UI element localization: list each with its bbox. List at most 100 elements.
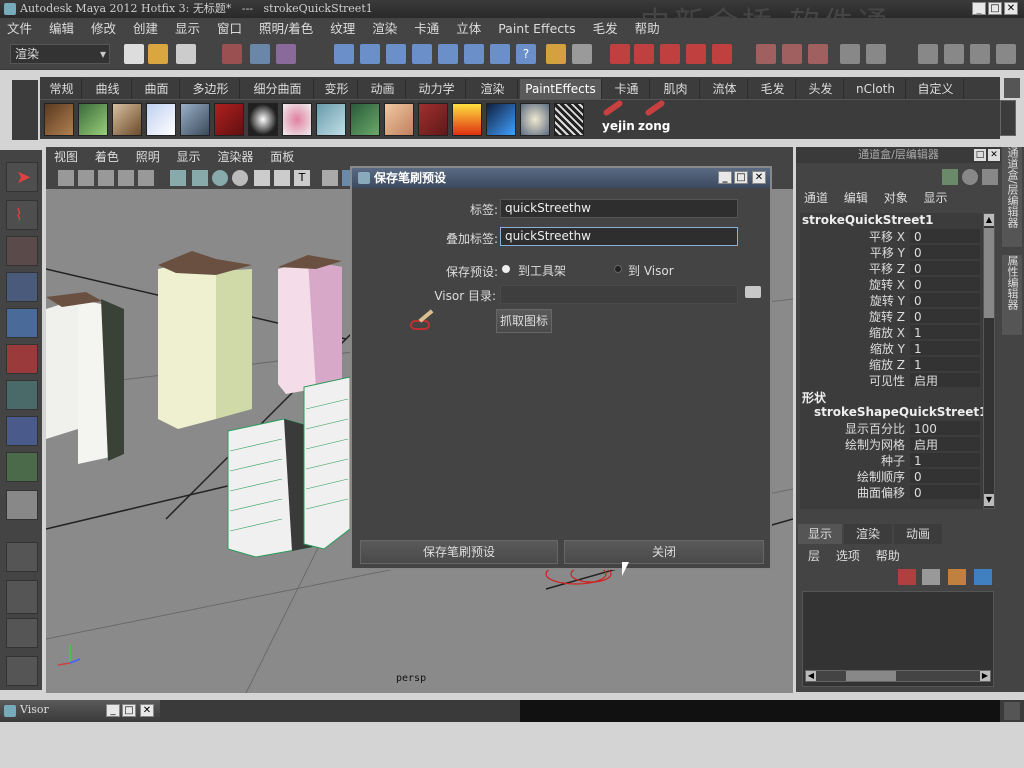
bookmark-icon[interactable] [78, 170, 94, 186]
sphere-icon[interactable] [962, 169, 978, 185]
menu-modify[interactable]: 修改 [91, 21, 116, 36]
channel-row[interactable]: 平移 Y 0 [800, 245, 980, 261]
light-icon[interactable] [254, 170, 270, 186]
channel-box-icon[interactable] [996, 44, 1016, 64]
radio-to-shelf[interactable]: 到工具架 [502, 262, 602, 278]
render-view-icon[interactable] [756, 44, 776, 64]
help-icon[interactable]: ? [516, 44, 536, 64]
channel-row[interactable]: 曲面偏移 0 [800, 485, 980, 501]
side-tab-attribute-editor[interactable]: 属性编辑器 [1002, 255, 1022, 335]
soft-mod-tool-icon[interactable] [6, 416, 38, 446]
close-dialog-button[interactable]: 关闭 [564, 540, 764, 564]
layer-tab-display[interactable]: 显示 [798, 524, 842, 544]
layer-menu-layers[interactable]: 层 [808, 549, 820, 563]
render-settings-icon[interactable] [840, 44, 860, 64]
layer-menu-options[interactable]: 选项 [836, 549, 860, 563]
grab-icon-button[interactable]: 抓取图标 [496, 309, 552, 333]
grid-icon[interactable] [118, 170, 134, 186]
visor-close-button[interactable]: ✕ [140, 704, 154, 717]
brush-lightning-icon[interactable] [486, 103, 516, 136]
shelf-tab-hair[interactable]: 头发 [798, 79, 844, 99]
menu-stereo[interactable]: 立体 [456, 21, 481, 36]
snap-view-icon[interactable] [412, 44, 432, 64]
menu-display[interactable]: 显示 [175, 21, 200, 36]
mode-select[interactable]: 渲染 ▾ [10, 44, 110, 64]
viewport-menu-show[interactable]: 显示 [177, 150, 201, 164]
shelf-tab-polygons[interactable]: 多边形 [182, 79, 240, 99]
paint-effects-tool-icon[interactable] [6, 490, 38, 520]
minimize-button[interactable]: _ [972, 2, 986, 15]
magnet-curve-icon[interactable] [634, 44, 654, 64]
paint-select-tool-icon[interactable] [6, 236, 38, 266]
channel-row[interactable]: 缩放 X 1 [800, 325, 980, 341]
menu-edit[interactable]: 编辑 [49, 21, 74, 36]
snap-grid-icon[interactable] [334, 44, 354, 64]
menu-render[interactable]: 渲染 [372, 21, 397, 36]
lock-icon[interactable] [546, 44, 566, 64]
menu-create[interactable]: 创建 [133, 21, 158, 36]
new-layer-selected-icon[interactable] [922, 569, 940, 585]
scroll-thumb[interactable] [984, 228, 994, 318]
magnet-point-icon[interactable] [660, 44, 680, 64]
menu-window[interactable]: 窗口 [217, 21, 242, 36]
shelf-tab-ncloth[interactable]: nCloth [846, 79, 906, 99]
label-field[interactable]: quickStreethw [500, 199, 738, 218]
scale-tool-icon[interactable] [6, 344, 38, 374]
brush-branch-icon[interactable] [180, 103, 210, 136]
radio-to-visor[interactable]: 到 Visor [614, 262, 714, 278]
isolate-icon[interactable] [322, 170, 338, 186]
brush-fire-icon[interactable] [452, 103, 482, 136]
brush-cloud-icon[interactable] [520, 103, 550, 136]
visor-maximize-button[interactable]: □ [122, 704, 136, 717]
channel-row[interactable]: 平移 Z 0 [800, 261, 980, 277]
select-component-icon[interactable] [276, 44, 296, 64]
shelf-tab-fluids[interactable]: 流体 [702, 79, 748, 99]
snap-surface-icon[interactable] [438, 44, 458, 64]
shadow-icon[interactable] [274, 170, 290, 186]
brush-scales-icon[interactable] [350, 103, 380, 136]
layer-tab-render[interactable]: 渲染 [844, 524, 892, 544]
object-name[interactable]: strokeQuickStreet1 [802, 213, 933, 227]
visor-scroll[interactable] [1004, 702, 1020, 720]
brush-hair-icon[interactable] [44, 103, 74, 136]
shade-sphere-icon[interactable] [212, 170, 228, 186]
channel-row[interactable]: 绘制为网格 启用 [800, 437, 980, 453]
menu-texturing[interactable]: 纹理 [330, 21, 355, 36]
channel-menu-object[interactable]: 对象 [884, 191, 908, 205]
custom-brush-zong[interactable]: zong [636, 99, 676, 136]
snap-point-icon[interactable] [386, 44, 406, 64]
ipr-render-icon[interactable] [808, 44, 828, 64]
wireframe-icon[interactable] [170, 170, 186, 186]
viewport-menu-shading[interactable]: 着色 [95, 150, 119, 164]
image-plane-icon[interactable] [98, 170, 114, 186]
channel-value[interactable]: 1 [910, 325, 980, 340]
viewport-menu-panels[interactable]: 面板 [270, 150, 294, 164]
brush-meat-icon[interactable] [418, 103, 448, 136]
brush-sparkle-icon[interactable] [248, 103, 278, 136]
channel-menu-show[interactable]: 显示 [924, 191, 948, 205]
channel-value[interactable]: 启用 [910, 373, 980, 388]
select-object-icon[interactable] [250, 44, 270, 64]
folder-icon[interactable] [745, 286, 761, 298]
channel-value[interactable]: 0 [910, 245, 980, 260]
channel-box-restore-button[interactable]: □ [974, 149, 986, 161]
menu-fur[interactable]: 毛发 [593, 21, 618, 36]
brush-tree-icon[interactable] [112, 103, 142, 136]
scroll-hthumb[interactable] [846, 671, 896, 681]
shelf-menu-icon[interactable] [1004, 78, 1020, 98]
shelf-tab-deformation[interactable]: 变形 [316, 79, 358, 99]
channel-row[interactable]: 种子 1 [800, 453, 980, 469]
menu-lighting[interactable]: 照明/着色 [259, 21, 313, 36]
channel-row[interactable]: 显示百分比 100 [800, 421, 980, 437]
shelf-tab-rendering[interactable]: 渲染 [468, 79, 518, 99]
shelf-tab-custom[interactable]: 自定义 [908, 79, 964, 99]
channel-row[interactable]: 旋转 Z 0 [800, 309, 980, 325]
input-ops-icon[interactable] [572, 44, 592, 64]
channel-value[interactable]: 100 [910, 421, 980, 436]
layout-outliner-icon[interactable] [6, 618, 38, 648]
shelf-tab-toon[interactable]: 卡通 [604, 79, 650, 99]
dialog-minimize-button[interactable]: _ [718, 171, 732, 184]
magnet-live-icon[interactable] [712, 44, 732, 64]
menu-help[interactable]: 帮助 [635, 21, 660, 36]
channel-value[interactable]: 0 [910, 293, 980, 308]
